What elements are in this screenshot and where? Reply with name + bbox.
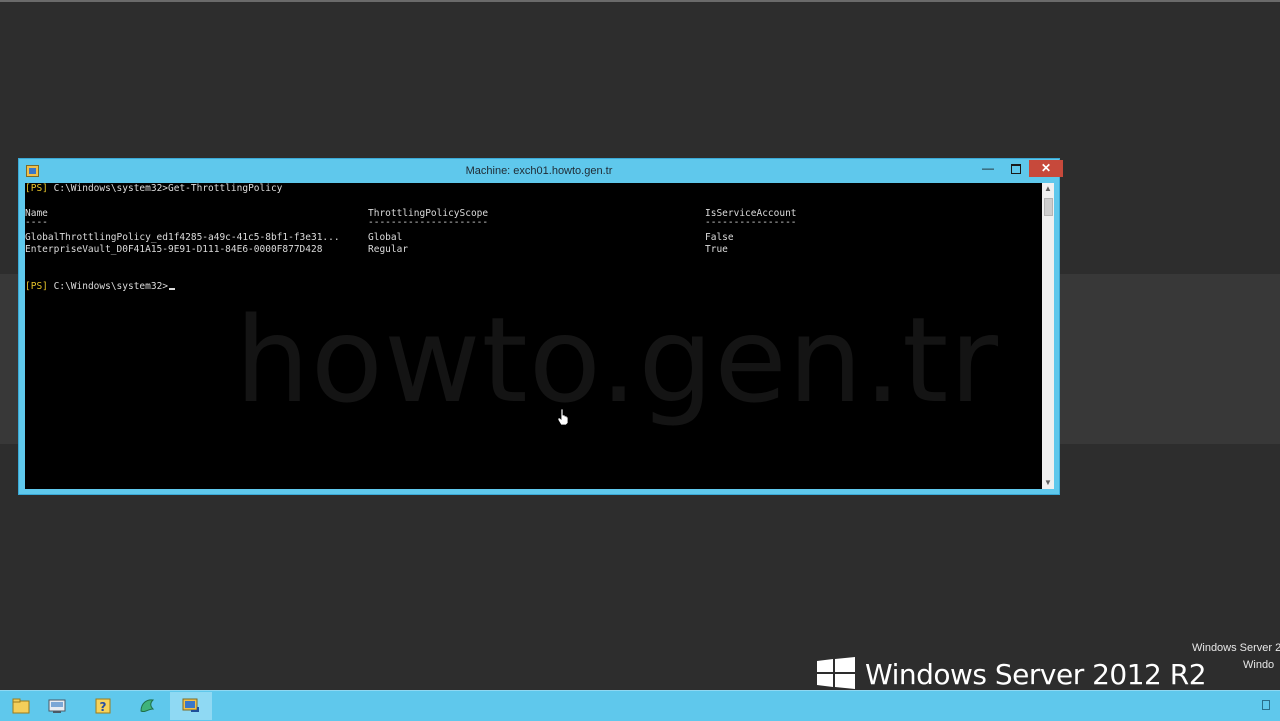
top-edge-line [0, 0, 1280, 2]
scrollbar-thumb[interactable] [1044, 198, 1053, 216]
command-text: Get-ThrottlingPolicy [168, 183, 283, 194]
powershell-remote-icon [182, 698, 199, 712]
svg-text:?: ? [100, 700, 107, 714]
taskbar-server-manager[interactable] [36, 692, 78, 720]
row-service-account: True [705, 244, 728, 255]
prompt-path: C:\Windows\system32> [53, 281, 169, 292]
console-output[interactable]: [PS] C:\Windows\system32>Get-ThrottlingP… [25, 183, 1042, 489]
scroll-down-arrow-icon[interactable]: ▼ [1042, 477, 1054, 489]
brand-text: Windows Server 2012 R2 [865, 658, 1207, 691]
edition-text-line1: Windows Server 2 [1192, 642, 1280, 654]
prompt-tag: [PS] [25, 281, 48, 292]
help-icon: ? [95, 698, 111, 714]
underline-service-account: ---------------- [705, 217, 797, 228]
vertical-scrollbar[interactable]: ▲ ▼ [1042, 183, 1054, 489]
underline-scope: --------------------- [368, 217, 489, 228]
taskbar-help[interactable]: ? [82, 692, 124, 720]
taskbar-powershell-remote[interactable] [170, 692, 212, 720]
title-bar[interactable]: Machine: exch01.howto.gen.tr — ✕ [19, 159, 1063, 183]
show-desktop-button[interactable] [1262, 700, 1270, 710]
text-cursor [169, 288, 176, 290]
folder-icon [12, 698, 30, 714]
row-name: EnterpriseVault_D0F41A15-9E91-D111-84E6-… [25, 244, 323, 255]
command-line: [PS] C:\Windows\system32>Get-ThrottlingP… [25, 183, 282, 195]
hand-pointer-icon [557, 408, 569, 426]
exchange-shell-icon [140, 699, 155, 713]
edition-text-line2: Windo [1243, 659, 1275, 671]
server-manager-icon [48, 699, 66, 713]
windows-logo-icon [817, 657, 855, 689]
row-service-account: False [705, 232, 734, 243]
row-name: GlobalThrottlingPolicy_ed1f4285-a49c-41c… [25, 232, 340, 243]
underline-name: ---- [25, 217, 48, 228]
row-scope: Regular [368, 244, 409, 255]
current-prompt-line: [PS] C:\Windows\system32> [25, 281, 176, 293]
row-scope: Global [368, 232, 403, 243]
scroll-up-arrow-icon[interactable]: ▲ [1042, 183, 1054, 195]
maximize-button[interactable] [1003, 160, 1029, 177]
taskbar-exchange-shell[interactable] [126, 692, 168, 720]
maximize-icon [1011, 163, 1021, 174]
windows-server-branding: Windows Server 2012 R2 [817, 655, 1207, 695]
powershell-window[interactable]: Machine: exch01.howto.gen.tr — ✕ [PS] C:… [18, 158, 1063, 495]
close-button[interactable]: ✕ [1029, 160, 1063, 177]
prompt-path: C:\Windows\system32> [53, 183, 169, 194]
taskbar: ? [0, 690, 1280, 721]
minimize-button[interactable]: — [975, 160, 1001, 177]
prompt-tag: [PS] [25, 183, 48, 194]
window-title: Machine: exch01.howto.gen.tr [465, 165, 613, 177]
